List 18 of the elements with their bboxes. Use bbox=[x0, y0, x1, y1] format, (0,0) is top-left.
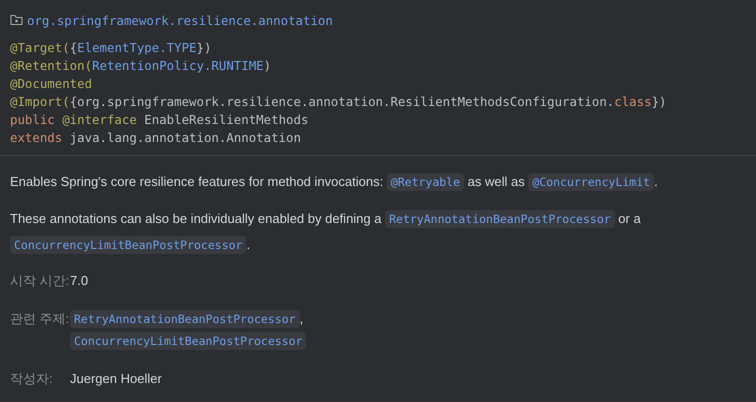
package-name: org.springframework.resilience.annotation bbox=[27, 12, 333, 28]
meta-value: Juergen Hoeller bbox=[70, 371, 162, 386]
code-link[interactable]: RetryAnnotationBeanPostProcessor bbox=[70, 310, 300, 328]
code-line: extends java.lang.annotation.Annotation bbox=[10, 129, 301, 147]
meta-label: 관련 주제: bbox=[10, 310, 70, 328]
meta-value: 7.0 bbox=[70, 273, 88, 288]
code-line: public @interface EnableResilientMethods bbox=[10, 111, 308, 129]
code-line: @Import({org.springframework.resilience.annotation.ResilientMethodsConfiguration.class}) bbox=[10, 93, 666, 111]
code-link[interactable]: ConcurrencyLimitBeanPostProcessor bbox=[70, 332, 306, 350]
folder-icon bbox=[10, 14, 23, 26]
code-line: @Target({ElementType.TYPE}) bbox=[10, 39, 212, 57]
meta-label: 작성자: bbox=[10, 370, 53, 388]
meta-label: 시작 시간: bbox=[10, 272, 70, 290]
description-text: These annotations can also be individually enabled by defining a RetryAnnotationBeanPostProcessor or a ConcurrencyLimitBeanPostProcessor . bbox=[10, 209, 642, 256]
code-line: @Documented bbox=[10, 75, 92, 93]
description-text: Enables Spring's core resilience features for method invocations: @Retryable as well as @ConcurrencyLimit . bbox=[10, 172, 659, 193]
meta-value: , bbox=[300, 311, 304, 326]
code-line: @Retention(RetentionPolicy.RUNTIME) bbox=[10, 57, 272, 75]
